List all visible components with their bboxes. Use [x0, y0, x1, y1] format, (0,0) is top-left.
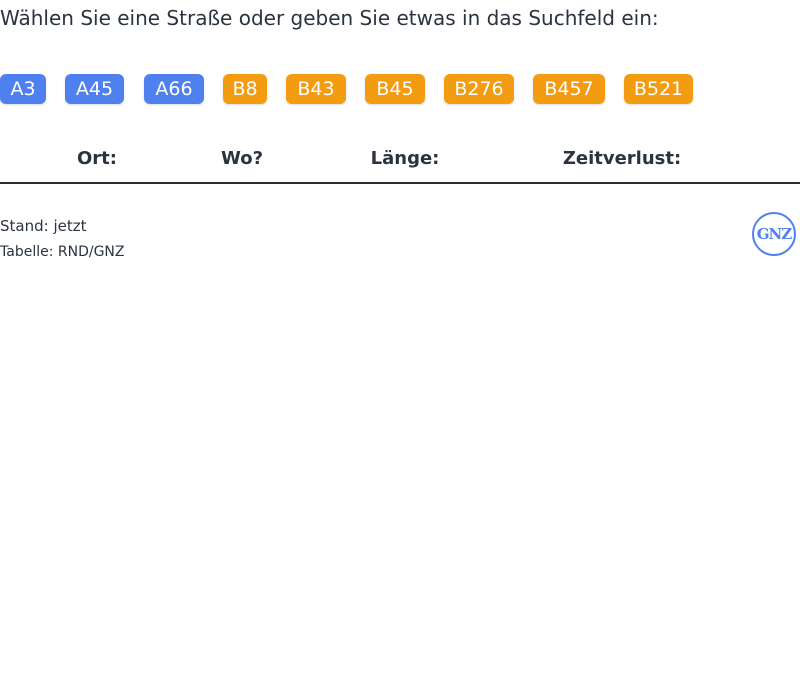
road-chip-b457[interactable]: B457	[533, 74, 605, 104]
road-chip-b276[interactable]: B276	[444, 74, 514, 104]
road-chip-a3[interactable]: A3	[0, 74, 46, 104]
road-chip-b43[interactable]: B43	[286, 74, 346, 104]
column-header-ort[interactable]: Ort:	[77, 148, 117, 169]
traffic-table-header: Ort: Wo? Länge: Zeitverlust:	[0, 140, 800, 184]
column-header-wo[interactable]: Wo?	[221, 148, 263, 169]
road-chip-a66[interactable]: A66	[144, 74, 204, 104]
road-filter-bar: A3 A45 A66 B8 B43 B45 B276 B457 B521	[0, 74, 800, 104]
column-header-laenge[interactable]: Länge:	[371, 148, 440, 169]
road-chip-b45[interactable]: B45	[365, 74, 425, 104]
road-chip-b521[interactable]: B521	[624, 74, 693, 104]
gnz-logo: GNZ	[752, 212, 796, 256]
column-header-zeitverlust[interactable]: Zeitverlust:	[563, 148, 681, 169]
road-chip-b8[interactable]: B8	[223, 74, 267, 104]
road-chip-a45[interactable]: A45	[65, 74, 124, 104]
instruction-text: Wählen Sie eine Straße oder geben Sie et…	[0, 6, 659, 30]
status-timestamp: Stand: jetzt	[0, 217, 87, 235]
table-source: Tabelle: RND/GNZ	[0, 244, 125, 260]
